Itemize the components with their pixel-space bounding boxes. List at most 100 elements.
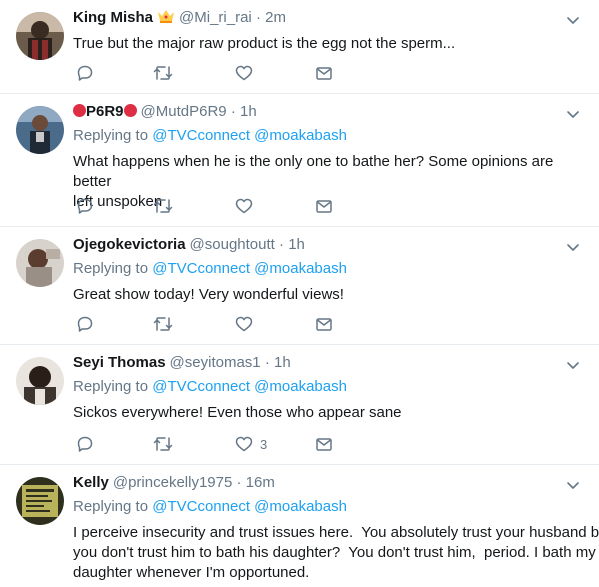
mention-link[interactable]: @TVCconnect <box>152 378 250 395</box>
tweet[interactable]: Ojegokevictoria @soughtoutt · 1h Replying… <box>0 227 599 345</box>
tweet-actions <box>73 194 373 218</box>
username[interactable]: @princekelly1975 <box>113 474 232 491</box>
username[interactable]: @Mi_ri_rai <box>179 9 252 26</box>
tweet-actions: 3 <box>73 432 373 456</box>
retweet-button[interactable] <box>153 432 173 456</box>
replying-to-label: Replying to <box>73 378 149 395</box>
tweet-feed: King Misha @Mi_ri_rai · 2m True but the m… <box>0 0 599 587</box>
tweet-header: P6R9 @MutdP6R9 · 1h <box>73 102 583 122</box>
mention-link[interactable]: @TVCconnect <box>152 498 250 515</box>
mention-link[interactable]: @TVCconnect <box>152 260 250 277</box>
tweet-text: True but the major raw product is the eg… <box>73 35 456 52</box>
replying-to-label: Replying to <box>73 260 149 277</box>
tweet-text-line: you don't trust him to bath his daughter… <box>73 544 596 561</box>
retweet-button[interactable] <box>153 312 173 336</box>
tweet-text-line: What happens when he is the only one to … <box>73 153 554 190</box>
timestamp[interactable]: 2m <box>265 9 286 26</box>
avatar[interactable] <box>16 357 64 405</box>
mention-link[interactable]: @TVCconnect <box>152 127 250 144</box>
avatar[interactable] <box>16 12 64 60</box>
display-name[interactable]: Seyi Thomas <box>73 354 166 371</box>
chevron-down-icon[interactable] <box>565 239 581 255</box>
display-name[interactable]: Ojegokevictoria <box>73 236 186 253</box>
replying-to-label: Replying to <box>73 127 149 144</box>
reply-button[interactable] <box>76 432 94 456</box>
retweet-icon <box>153 197 173 215</box>
like-icon <box>235 64 253 82</box>
like-icon <box>235 197 253 215</box>
chevron-down-icon[interactable] <box>565 477 581 493</box>
tweet-header: Ojegokevictoria @soughtoutt · 1h <box>73 235 583 255</box>
replying-to: Replying to @TVCconnect @moakabash <box>73 126 583 146</box>
separator-dot: · <box>279 236 285 253</box>
like-button[interactable]: 3 <box>235 432 267 456</box>
replying-to-label: Replying to <box>73 498 149 515</box>
username[interactable]: @seyitomas1 <box>170 354 261 371</box>
reply-icon <box>76 315 94 333</box>
direct-message-button[interactable] <box>315 432 333 456</box>
tweet-text-line: I perceive insecurity and trust issues h… <box>73 524 599 541</box>
like-icon <box>235 435 253 453</box>
direct-message-icon <box>315 64 333 82</box>
avatar[interactable] <box>16 477 64 525</box>
tweet[interactable]: Kelly @princekelly1975 · 16m Replying to … <box>0 465 599 587</box>
chevron-down-icon[interactable] <box>565 12 581 28</box>
tweet-text: I perceive insecurity and trust issues h… <box>73 523 599 583</box>
reply-button[interactable] <box>76 312 94 336</box>
timestamp[interactable]: 1h <box>288 236 305 253</box>
mention-link[interactable]: @moakabash <box>254 260 347 277</box>
reply-button[interactable] <box>76 194 94 218</box>
avatar[interactable] <box>16 106 64 154</box>
reply-icon <box>76 435 94 453</box>
crown-emoji-icon <box>157 8 175 30</box>
tweet-text: Sickos everywhere! Even those who appear… <box>73 404 402 421</box>
direct-message-icon <box>315 435 333 453</box>
like-button[interactable] <box>235 312 260 336</box>
tweet-header: King Misha @Mi_ri_rai · 2m <box>73 8 583 28</box>
tweet[interactable]: Seyi Thomas @seyitomas1 · 1h Replying to … <box>0 345 599 465</box>
separator-dot: · <box>230 103 236 120</box>
like-count: 3 <box>260 436 268 452</box>
direct-message-button[interactable] <box>315 312 333 336</box>
tweet[interactable]: King Misha @Mi_ri_rai · 2m True but the m… <box>0 0 599 94</box>
separator-dot: · <box>236 474 242 491</box>
chevron-down-icon[interactable] <box>565 106 581 122</box>
chevron-down-icon[interactable] <box>565 357 581 373</box>
username[interactable]: @soughtoutt <box>190 236 275 253</box>
display-name[interactable]: King Misha <box>73 9 153 26</box>
timestamp[interactable]: 1h <box>240 103 257 120</box>
mention-link[interactable]: @moakabash <box>254 498 347 515</box>
retweet-button[interactable] <box>153 61 173 85</box>
like-button[interactable] <box>235 194 260 218</box>
tweet-actions <box>73 312 373 336</box>
retweet-button[interactable] <box>153 194 173 218</box>
replying-to: Replying to @TVCconnect @moakabash <box>73 377 583 397</box>
mention-link[interactable]: @moakabash <box>254 127 347 144</box>
tweet-text-line: daughter whenever I'm opportuned. <box>73 564 310 581</box>
direct-message-button[interactable] <box>315 61 333 85</box>
retweet-icon <box>153 64 173 82</box>
avatar[interactable] <box>16 239 64 287</box>
timestamp[interactable]: 16m <box>246 474 275 491</box>
display-name[interactable]: Kelly <box>73 474 109 491</box>
replying-to: Replying to @TVCconnect @moakabash <box>73 497 583 517</box>
tweet[interactable]: P6R9 @MutdP6R9 · 1h Replying to @TVCconne… <box>0 94 599 227</box>
replying-to: Replying to @TVCconnect @moakabash <box>73 259 583 279</box>
reply-button[interactable] <box>76 61 94 85</box>
direct-message-icon <box>315 315 333 333</box>
direct-message-button[interactable] <box>315 194 333 218</box>
timestamp[interactable]: 1h <box>274 354 291 371</box>
tweet-text: Great show today! Very wonderful views! <box>73 286 344 303</box>
red-circle-emoji-icon <box>73 104 86 117</box>
like-icon <box>235 315 253 333</box>
direct-message-icon <box>315 197 333 215</box>
display-name[interactable]: P6R9 <box>86 103 124 120</box>
separator-dot: · <box>255 9 261 26</box>
mention-link[interactable]: @moakabash <box>254 378 347 395</box>
tweet-header: Kelly @princekelly1975 · 16m <box>73 473 583 493</box>
tweet-header: Seyi Thomas @seyitomas1 · 1h <box>73 353 583 373</box>
retweet-icon <box>153 435 173 453</box>
like-button[interactable] <box>235 61 260 85</box>
reply-icon <box>76 64 94 82</box>
username[interactable]: @MutdP6R9 <box>141 103 227 120</box>
